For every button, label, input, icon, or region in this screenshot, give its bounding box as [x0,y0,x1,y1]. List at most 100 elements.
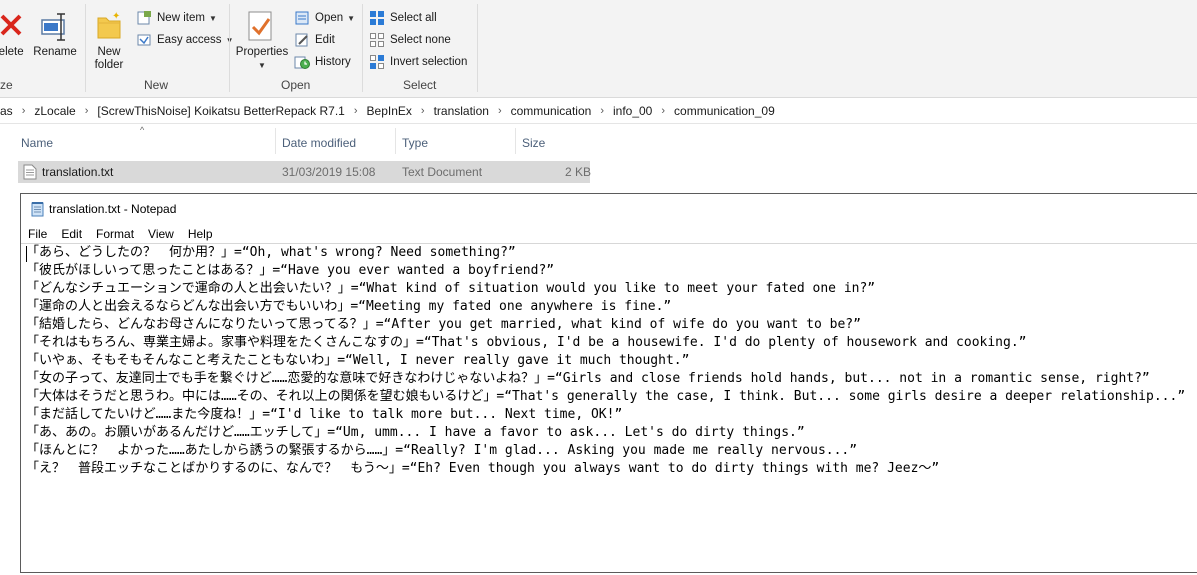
history-button[interactable]: History [294,52,351,72]
text-line: 「運命の人と出会えるならどんな出会い方でもいいわ」=“Meeting my fa… [26,299,672,314]
breadcrumb-item[interactable]: translation [434,104,489,118]
file-size: 2 KB [565,165,592,179]
text-line: 「大体はそうだと思うわ。中には……その、それ以上の関係を望む娘もいるけど」=“T… [26,389,1186,404]
history-label: History [315,56,351,68]
file-type: Text Document [402,165,483,179]
properties-icon[interactable] [246,10,276,42]
chevron-down-icon: ▼ [347,13,356,23]
menu-edit[interactable]: Edit [54,227,89,241]
text-line: 「いやぁ、そもそもそんなこと考えたこともないわ」=“Well, I never … [26,353,690,368]
breadcrumb-item[interactable]: [ScrewThisNoise] Koikatsu BetterRepack R… [97,104,344,118]
text-file-icon [23,164,37,180]
select-none-label: Select none [390,34,451,46]
sort-arrow-icon: ^ [140,125,145,135]
column-header-date[interactable]: Date modified [282,136,356,150]
delete-label: Delete [0,46,24,58]
menu-format[interactable]: Format [89,227,141,241]
breadcrumb-item[interactable]: BepInEx [367,104,412,118]
text-line: 「ほんとに？ よかった……あたしから誘うの緊張するから……」=“Really? … [26,443,858,458]
easy-access-button[interactable]: Easy access ▼ [136,30,233,50]
new-folder-icon[interactable]: ✦ [96,10,124,40]
new-item-label: New item [157,12,205,24]
easy-access-icon [136,32,152,48]
new-folder-button[interactable]: New folder [89,46,129,72]
chevron-right-icon[interactable]: › [354,105,358,117]
chevron-down-icon: ▼ [258,61,266,70]
text-line: 「女の子って、友達同士でも手を繋ぐけど……恋愛的な意味で好きなわけじゃないよね？… [26,371,1150,386]
divider [362,4,363,92]
easy-access-label: Easy access [157,34,222,46]
new-item-button[interactable]: New item ▼ [136,8,217,28]
file-date: 31/03/2019 15:08 [282,165,376,179]
chevron-right-icon[interactable]: › [661,105,665,117]
text-line: 「あ、あの。お願いがあるんだけど……エッチして」=“Um, umm... I h… [26,425,805,440]
new-item-icon [136,10,152,26]
invert-selection-label: Invert selection [390,56,468,68]
select-all-label: Select all [390,12,437,24]
chevron-right-icon[interactable]: › [22,105,26,117]
menu-file[interactable]: File [21,227,54,241]
divider [477,4,478,92]
text-line: 「結婚したら、どんなお母さんになりたいって思ってる？」=“After you g… [26,317,861,332]
open-group-label: Open [281,78,311,92]
properties-button[interactable]: Properties ▼ [234,46,290,72]
breadcrumb-item[interactable]: communication [511,104,592,118]
window-title: translation.txt - Notepad [49,202,177,216]
invert-selection-icon [369,54,385,70]
chevron-right-icon[interactable]: › [498,105,502,117]
menu-help[interactable]: Help [181,227,220,241]
divider[interactable] [515,128,516,154]
title-bar[interactable]: translation.txt - Notepad [21,194,1197,224]
text-line: 「どんなシチュエーションで運命の人と出会いたい？」=“What kind of … [26,281,876,296]
breadcrumb-item[interactable]: communication_09 [674,104,775,118]
divider[interactable] [275,128,276,154]
open-button[interactable]: Open ▼ [294,8,355,28]
text-line: 「え？ 普段エッチなことばかりするのに、なんで？ もう～」=“Eh? Even … [26,461,940,476]
text-line: 「あら、どうしたの？ 何か用？」=“Oh, what's wrong? Need… [26,245,516,260]
invert-selection-button[interactable]: Invert selection [369,52,467,72]
text-line: 「まだ話してたいけど……また今度ね！」=“I'd like to talk mo… [26,407,623,422]
column-header-name[interactable]: Name [21,136,53,150]
notepad-window: translation.txt - Notepad File Edit Form… [20,193,1197,573]
chevron-right-icon[interactable]: › [421,105,425,117]
select-all-button[interactable]: Select all [369,8,437,28]
text-line: 「それはもちろん、専業主婦よ。家事や料理をたくさんこなすの」=“That's o… [26,335,1027,350]
text-editor[interactable]: 「あら、どうしたの？ 何か用？」=“Oh, what's wrong? Need… [21,243,1197,575]
chevron-right-icon[interactable]: › [600,105,604,117]
text-line: 「彼氏がほしいって思ったことはある？」=“Have you ever wante… [26,263,555,278]
breadcrumb-item[interactable]: info_00 [613,104,652,118]
select-none-icon [369,32,385,48]
select-none-button[interactable]: Select none [369,30,451,50]
address-bar[interactable]: as › zLocale › [ScrewThisNoise] Koikatsu… [0,99,1197,124]
new-folder-label: New folder [94,46,124,71]
ribbon: Delete Rename ze ✦ New folder New item ▼ [0,0,1197,98]
properties-label: Properties [235,46,289,58]
open-icon [294,10,310,26]
menu-bar: File Edit Format View Help [21,224,1197,244]
svg-text:✦: ✦ [112,11,120,22]
breadcrumb-item[interactable]: zLocale [34,104,75,118]
notepad-icon [30,201,45,217]
chevron-down-icon: ▼ [208,13,217,23]
chevron-right-icon[interactable]: › [85,105,89,117]
rename-icon[interactable] [40,10,70,42]
organize-group-label: ze [0,78,13,92]
divider [85,4,86,92]
rename-button[interactable]: Rename [30,46,80,59]
edit-button[interactable]: Edit [294,30,335,50]
select-all-icon [369,10,385,26]
history-icon [294,54,310,70]
divider[interactable] [395,128,396,154]
delete-button[interactable]: Delete [0,46,30,59]
breadcrumb-item[interactable]: as [0,104,13,118]
file-name[interactable]: translation.txt [42,165,113,179]
column-header-size[interactable]: Size [522,136,545,150]
column-header-type[interactable]: Type [402,136,428,150]
delete-icon[interactable] [0,10,24,40]
edit-icon [294,32,310,48]
new-group-label: New [144,78,169,92]
menu-view[interactable]: View [141,227,181,241]
rename-label: Rename [33,46,77,58]
edit-label: Edit [315,34,335,46]
open-label: Open [315,12,344,24]
